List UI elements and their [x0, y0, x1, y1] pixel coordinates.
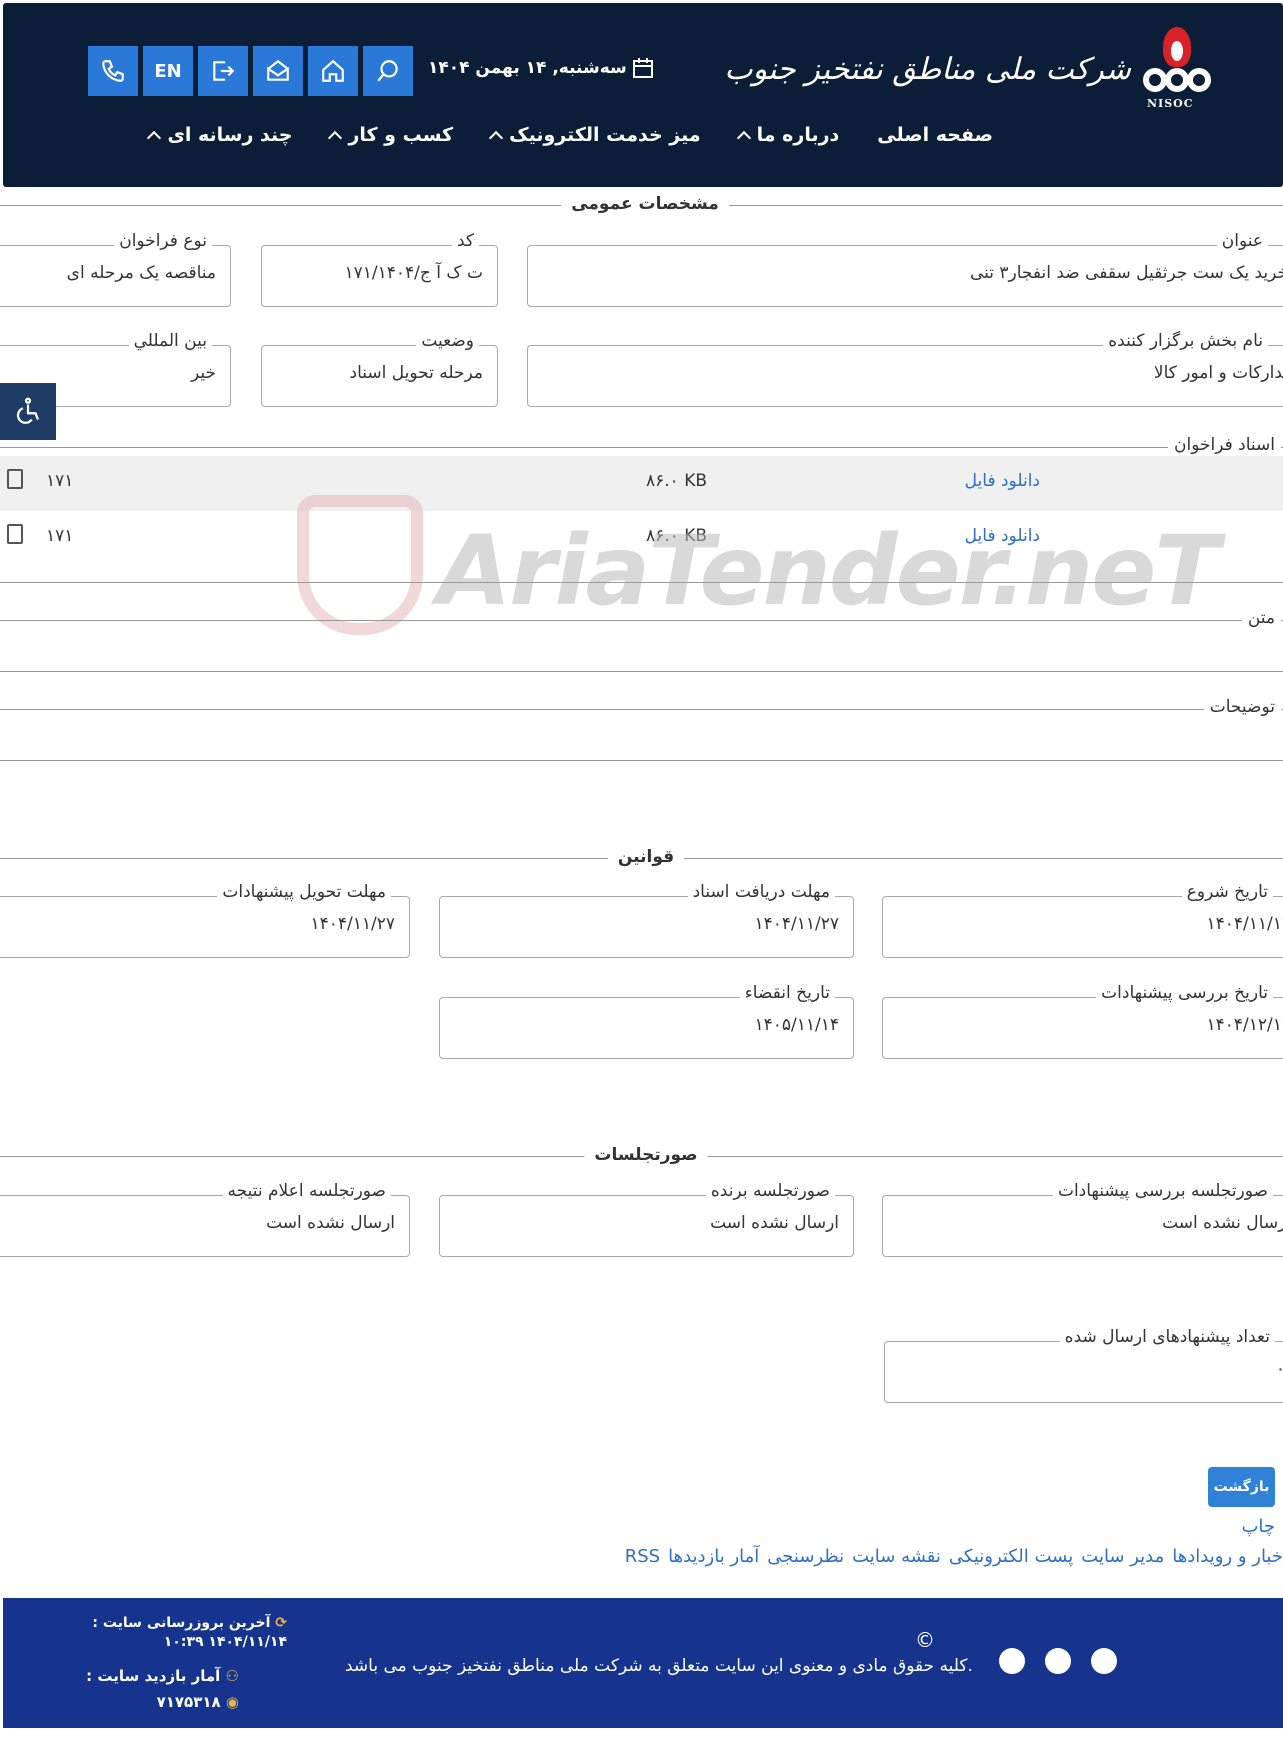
- footer-links: خبار و رویدادها مدیر سایت پست الکترونیکی…: [625, 1546, 1283, 1567]
- site-logo[interactable]: NISOC شرکت ملی مناطق نفتخیز جنوب: [724, 23, 1217, 115]
- eye-icon: ◉: [225, 1693, 239, 1711]
- footer-link-email[interactable]: پست الکترونیکی: [949, 1546, 1073, 1567]
- divider: [0, 582, 1283, 583]
- site-footer: © کلیه حقوق مادی و معنوی این سایت متعلق …: [3, 1598, 1283, 1728]
- current-date: سه‌شنبه, ۱۴ بهمن ۱۴۰۴: [428, 58, 653, 78]
- home-icon[interactable]: [308, 46, 358, 96]
- bale-icon[interactable]: [1091, 1648, 1117, 1674]
- chevron-up-icon: [736, 130, 751, 146]
- print-link[interactable]: چاپ: [1241, 1516, 1275, 1537]
- file-icon[interactable]: [7, 524, 23, 544]
- lang-en-button[interactable]: EN: [143, 46, 193, 96]
- field-title: عنوان خرید یک ست جرثقیل سقفی ضد انفجار۳ …: [527, 231, 1283, 307]
- footer-link-rss[interactable]: RSS: [625, 1546, 660, 1567]
- field-winner-minutes: صورتجلسه برنده ارسال نشده است: [439, 1181, 854, 1257]
- nav-home[interactable]: صفحه اصلی: [877, 124, 993, 146]
- divider: [0, 709, 1283, 710]
- field-status: وضعیت مرحله تحویل اسناد: [261, 331, 498, 407]
- field-tender-type: نوع فراخوان مناقصه یک مرحله ای: [0, 231, 231, 307]
- field-code: کد ۱۷۱/ت ک آ ج/۱۴۰۴: [261, 231, 498, 307]
- field-bids-deadline: مهلت تحویل پیشنهادات ۱۴۰۴/۱۱/۲۷: [0, 882, 410, 958]
- field-department: نام بخش برگزار کننده تدارکات و امور کالا: [527, 331, 1283, 407]
- chevron-up-icon: [147, 130, 162, 146]
- section-title-general: مشخصات عمومی: [561, 194, 729, 214]
- nav-e-services[interactable]: میز خدمت الکترونیک: [489, 124, 701, 146]
- divider: [0, 671, 1283, 672]
- file-name: ۱۷۱: [46, 471, 74, 491]
- back-button[interactable]: بازگشت: [1208, 1467, 1275, 1507]
- field-review-date: تاریخ بررسی پیشنهادات ۱۴۰۴/۱۲/۱۲: [882, 983, 1283, 1059]
- logo-abbr: NISOC: [1147, 97, 1194, 110]
- org-name: شرکت ملی مناطق نفتخیز جنوب: [724, 51, 1131, 87]
- file-icon[interactable]: [7, 469, 23, 489]
- wheelchair-icon: [16, 397, 40, 424]
- accessibility-button[interactable]: [0, 383, 56, 440]
- section-title-minutes: صورتجلسات: [584, 1145, 708, 1165]
- social-icons: [999, 1648, 1117, 1674]
- last-update-value: ۱۴۰۴/۱۱/۱۴ ۱۰:۳۹: [163, 1634, 287, 1650]
- visits-value: ۷۱۷۵۳۱۸: [156, 1693, 221, 1711]
- section-title-rules: قوانین: [607, 847, 685, 867]
- copyright-symbol: ©: [915, 1628, 935, 1652]
- logout-icon[interactable]: [198, 46, 248, 96]
- site-header: NISOC شرکت ملی مناطق نفتخیز جنوب سه‌شنبه…: [3, 3, 1283, 187]
- footer-link-news[interactable]: خبار و رویدادها: [1172, 1546, 1283, 1567]
- rubika-icon[interactable]: [1045, 1648, 1071, 1674]
- download-file-link[interactable]: دانلود فایل: [965, 471, 1040, 491]
- eitaa-icon[interactable]: [999, 1648, 1025, 1674]
- last-update: ⟳ آخرین بروزرسانی سایت : ۱۴۰۴/۱۱/۱۴ ۱۰:۳…: [92, 1615, 287, 1650]
- footer-link-admin[interactable]: مدیر سایت: [1081, 1546, 1164, 1567]
- divider: [0, 760, 1283, 761]
- chevron-up-icon: [328, 130, 343, 146]
- description-label: توضیحات: [1203, 697, 1281, 717]
- chevron-up-icon: [489, 130, 504, 146]
- file-row: دانلود فایل ۸۶.۰ KB ۱۷۱: [0, 511, 1283, 566]
- field-expiry-date: تاریخ انقضاء ۱۴۰۵/۱۱/۱۴: [439, 983, 854, 1059]
- field-review-minutes: صورتجلسه بررسی پیشنهادات ارسال نشده است: [882, 1181, 1283, 1257]
- file-name: ۱۷۱: [46, 526, 74, 546]
- date-text: سه‌شنبه, ۱۴ بهمن ۱۴۰۴: [428, 58, 627, 78]
- nisoc-logo-icon: NISOC: [1137, 23, 1217, 115]
- footer-link-survey[interactable]: نظرسنجی: [767, 1546, 844, 1567]
- calendar-icon: [632, 58, 653, 78]
- visit-stats: ⚇ آمار بازدید سایت : ◉ ۷۱۷۵۳۱۸: [86, 1667, 239, 1711]
- field-result-minutes: صورتجلسه اعلام نتیجه ارسال نشده است: [0, 1181, 410, 1257]
- nav-business[interactable]: کسب و کار: [328, 124, 453, 146]
- search-icon[interactable]: [363, 46, 413, 96]
- footer-link-sitemap[interactable]: نقشه سایت: [852, 1546, 941, 1567]
- divider: [0, 447, 1283, 448]
- field-docs-deadline: مهلت دریافت اسناد ۱۴۰۴/۱۱/۲۷: [439, 882, 854, 958]
- nav-multimedia[interactable]: چند رسانه ای: [147, 124, 292, 146]
- copyright-text: کلیه حقوق مادی و معنوی این سایت متعلق به…: [345, 1656, 973, 1676]
- text-label: متن: [1241, 608, 1281, 628]
- file-size: ۸۶.۰ KB: [646, 471, 708, 491]
- refresh-icon: ⟳: [275, 1615, 287, 1631]
- documents-label: اسناد فراخوان: [1168, 435, 1281, 455]
- file-size: ۸۶.۰ KB: [646, 526, 708, 546]
- main-nav: صفحه اصلی درباره ما میز خدمت الکترونیک ک…: [147, 124, 993, 146]
- sitemap-icon: ⚇: [225, 1667, 239, 1685]
- file-row: دانلود فایل ۸۶.۰ KB ۱۷۱: [0, 456, 1283, 511]
- header-icon-bar: EN: [88, 46, 413, 96]
- field-start-date: تاریخ شروع ۱۴۰۴/۱۱/۱۴: [882, 882, 1283, 958]
- divider: [0, 620, 1283, 621]
- footer-link-stats[interactable]: آمار بازدیدها: [668, 1546, 759, 1567]
- nav-about[interactable]: درباره ما: [736, 124, 839, 146]
- download-file-link[interactable]: دانلود فایل: [965, 526, 1040, 546]
- field-bids-count: تعداد پیشنهادهای ارسال شده ۰: [884, 1327, 1283, 1403]
- phone-icon[interactable]: [88, 46, 138, 96]
- mail-icon[interactable]: [253, 46, 303, 96]
